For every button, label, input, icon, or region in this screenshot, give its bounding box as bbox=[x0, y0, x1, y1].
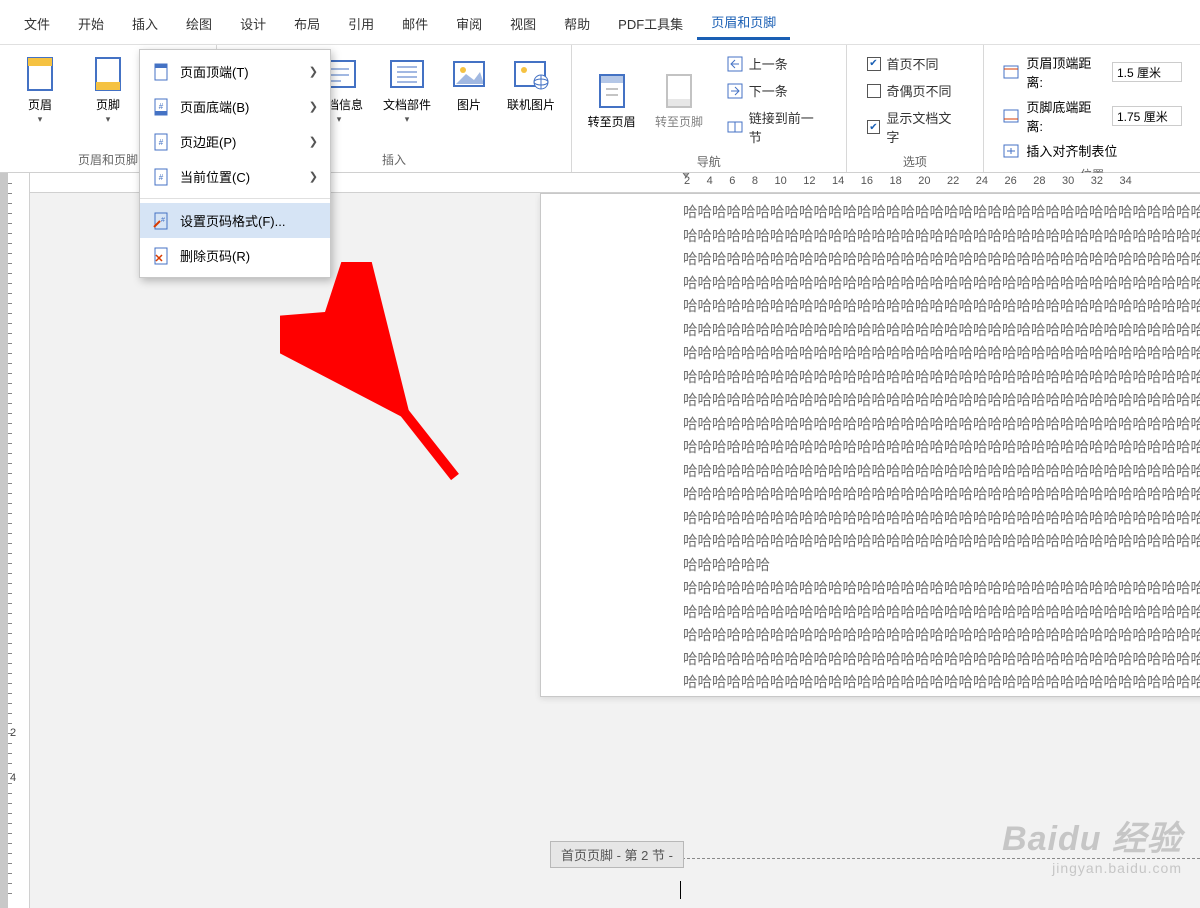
header-distance-row: 页眉顶端距离: bbox=[998, 51, 1186, 93]
tab-home[interactable]: 开始 bbox=[64, 8, 118, 39]
tab-design[interactable]: 设计 bbox=[226, 8, 280, 39]
next-section-button[interactable]: 下一条 bbox=[721, 78, 832, 103]
footer-section-label: 首页页脚 - 第 2 节 - bbox=[550, 841, 684, 868]
goto-footer-icon bbox=[659, 71, 699, 111]
link-to-previous-button[interactable]: 链接到前一节 bbox=[721, 105, 832, 149]
tab-header-footer[interactable]: 页眉和页脚 bbox=[697, 6, 790, 40]
docparts-icon bbox=[387, 54, 427, 94]
odd-even-different-checkbox[interactable]: 奇偶页不同 bbox=[861, 78, 970, 103]
ribbon-group-headerfooter: 页眉 ▾ 页脚 ▾ # 页码 ▾ 页眉和页脚 页 bbox=[0, 45, 217, 172]
tab-draw[interactable]: 绘图 bbox=[172, 8, 226, 39]
goto-header-button[interactable]: 转至页眉 bbox=[580, 66, 643, 134]
format-page-icon: # bbox=[152, 212, 170, 230]
next-icon bbox=[727, 83, 743, 99]
dropdown-format-page-numbers[interactable]: # 设置页码格式(F)... bbox=[140, 203, 330, 238]
document-body[interactable]: 哈哈哈哈哈哈哈哈哈哈哈哈哈哈哈哈哈哈哈哈哈哈哈哈哈哈哈哈哈哈哈哈哈哈哈哈哈哈哈哈… bbox=[541, 202, 1200, 696]
checkbox-icon bbox=[867, 84, 881, 98]
dropdown-current-position[interactable]: # 当前位置(C)❯ bbox=[140, 159, 330, 194]
tab-file[interactable]: 文件 bbox=[10, 8, 64, 39]
checkbox-icon: ✔ bbox=[867, 57, 881, 71]
first-page-different-checkbox[interactable]: ✔首页不同 bbox=[861, 51, 970, 76]
tab-review[interactable]: 审阅 bbox=[442, 8, 496, 39]
align-tab-icon bbox=[1002, 143, 1020, 159]
previous-section-button[interactable]: 上一条 bbox=[721, 51, 832, 76]
dropdown-remove-page-numbers[interactable]: 删除页码(R) bbox=[140, 238, 330, 273]
group-label: 插入 bbox=[382, 149, 406, 170]
tab-view[interactable]: 视图 bbox=[496, 8, 550, 39]
chevron-right-icon: ❯ bbox=[309, 135, 318, 148]
svg-text:#: # bbox=[159, 173, 164, 182]
ruler-indent-marker[interactable] bbox=[679, 173, 693, 175]
workspace: 2 4 246810121416182022242628303234 哈哈哈哈哈… bbox=[0, 173, 1200, 908]
chevron-right-icon: ❯ bbox=[309, 65, 318, 78]
dropdown-page-margin[interactable]: # 页边距(P)❯ bbox=[140, 124, 330, 159]
tab-mailings[interactable]: 邮件 bbox=[388, 8, 442, 39]
footer-distance-input[interactable] bbox=[1112, 106, 1182, 126]
ribbon: 页眉 ▾ 页脚 ▾ # 页码 ▾ 页眉和页脚 页 bbox=[0, 45, 1200, 173]
footer-distance-row: 页脚底端距离: bbox=[998, 95, 1186, 137]
online-picture-button[interactable]: 联机图片 bbox=[499, 49, 563, 117]
header-button[interactable]: 页眉 ▾ bbox=[8, 49, 72, 127]
insert-align-tab-button[interactable]: 插入对齐制表位 bbox=[998, 139, 1186, 162]
chevron-right-icon: ❯ bbox=[309, 100, 318, 113]
tab-pdftools[interactable]: PDF工具集 bbox=[604, 8, 697, 39]
ribbon-group-options: ✔首页不同 奇偶页不同 ✔显示文档文字 选项 bbox=[847, 45, 985, 172]
tab-help[interactable]: 帮助 bbox=[550, 8, 604, 39]
checkbox-icon: ✔ bbox=[867, 120, 881, 134]
dropdown-page-bottom[interactable]: # 页面底端(B)❯ bbox=[140, 89, 330, 124]
ribbon-group-navigation: 转至页眉 转至页脚 上一条 下一条 链接到前一节 导航 bbox=[572, 45, 847, 172]
footer-button[interactable]: 页脚 ▾ bbox=[76, 49, 140, 127]
tab-layout[interactable]: 布局 bbox=[280, 8, 334, 39]
group-label: 导航 bbox=[697, 151, 721, 172]
group-label: 页眉和页脚 bbox=[78, 149, 138, 170]
link-icon bbox=[727, 119, 743, 135]
tab-insert[interactable]: 插入 bbox=[118, 8, 172, 39]
header-icon bbox=[20, 54, 60, 94]
footer-distance-icon bbox=[1002, 108, 1020, 124]
ribbon-group-position: 页眉顶端距离: 页脚底端距离: 插入对齐制表位 位置 bbox=[984, 45, 1200, 172]
page-bottom-icon: # bbox=[152, 98, 170, 116]
goto-footer-button[interactable]: 转至页脚 bbox=[647, 66, 710, 134]
svg-text:#: # bbox=[159, 138, 164, 147]
show-document-text-checkbox[interactable]: ✔显示文档文字 bbox=[861, 105, 970, 149]
online-picture-icon bbox=[511, 54, 551, 94]
vertical-ruler: 2 4 bbox=[0, 173, 30, 908]
text-cursor bbox=[680, 881, 681, 899]
prev-icon bbox=[727, 56, 743, 72]
header-distance-icon bbox=[1002, 64, 1020, 80]
page-margin-icon: # bbox=[152, 133, 170, 151]
menubar: 文件 开始 插入 绘图 设计 布局 引用 邮件 审阅 视图 帮助 PDF工具集 … bbox=[0, 0, 1200, 45]
goto-header-icon bbox=[592, 71, 632, 111]
document-area[interactable]: 246810121416182022242628303234 哈哈哈哈哈哈哈哈哈… bbox=[30, 173, 1200, 908]
chevron-right-icon: ❯ bbox=[309, 170, 318, 183]
page-number-dropdown: 页面顶端(T)❯ # 页面底端(B)❯ # 页边距(P)❯ # 当前位置(C)❯… bbox=[139, 49, 331, 278]
watermark: Baidu 经验 jingyan.baidu.com bbox=[1002, 811, 1182, 876]
svg-text:#: # bbox=[159, 102, 164, 111]
page-top-icon bbox=[152, 63, 170, 81]
picture-button[interactable]: 图片 bbox=[443, 49, 495, 117]
tab-references[interactable]: 引用 bbox=[334, 8, 388, 39]
svg-text:#: # bbox=[161, 217, 165, 224]
remove-page-icon bbox=[152, 247, 170, 265]
dropdown-page-top[interactable]: 页面顶端(T)❯ bbox=[140, 54, 330, 89]
group-label: 选项 bbox=[903, 151, 927, 172]
current-position-icon: # bbox=[152, 168, 170, 186]
picture-icon bbox=[449, 54, 489, 94]
page: 哈哈哈哈哈哈哈哈哈哈哈哈哈哈哈哈哈哈哈哈哈哈哈哈哈哈哈哈哈哈哈哈哈哈哈哈哈哈哈哈… bbox=[540, 193, 1200, 697]
docparts-button[interactable]: 文档部件 ▾ bbox=[375, 49, 439, 127]
footer-icon bbox=[88, 54, 128, 94]
header-distance-input[interactable] bbox=[1112, 62, 1182, 82]
